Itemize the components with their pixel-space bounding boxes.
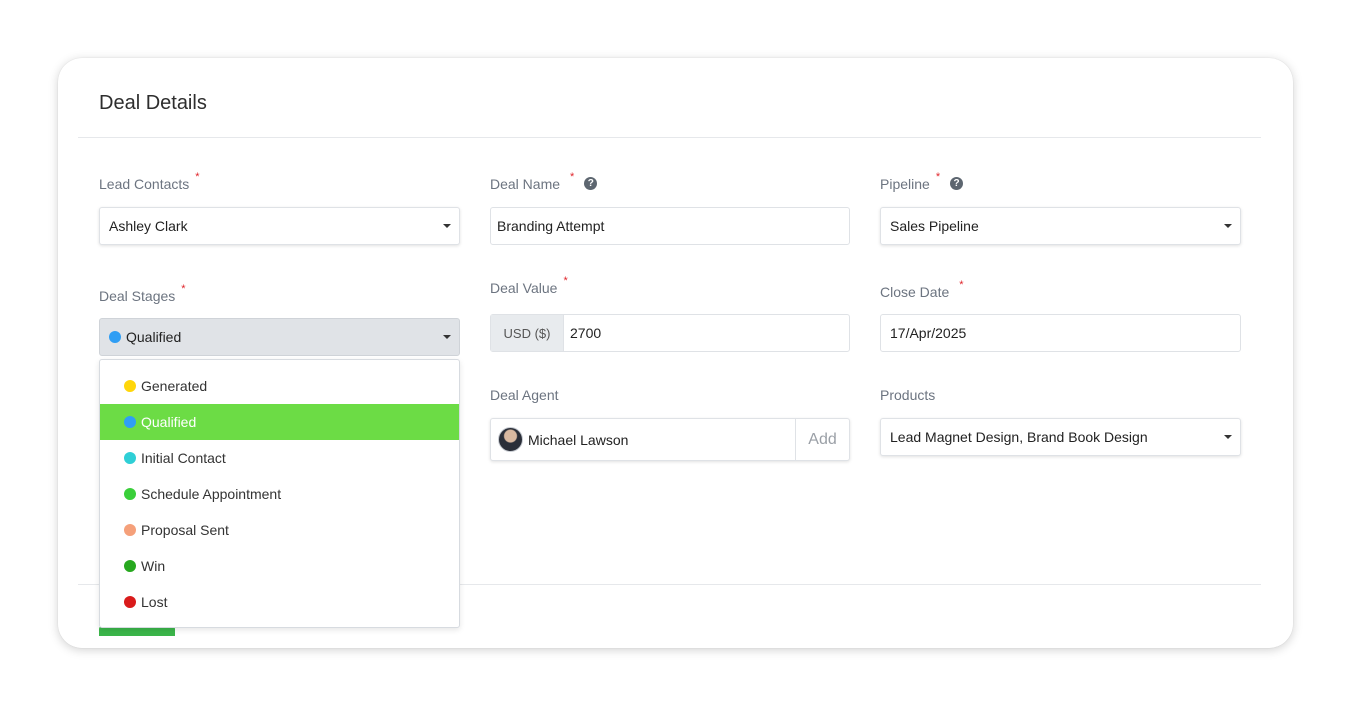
close-date-input[interactable]: 17/Apr/2025 [880, 314, 1241, 352]
close-date-label: Close Date * [880, 279, 964, 301]
deal-agent-value: Michael Lawson [528, 431, 629, 448]
deal-stages-select[interactable]: Qualified [99, 318, 460, 356]
lost-dot-icon [124, 596, 136, 608]
lead-contacts-value: Ashley Clark [109, 218, 188, 234]
deal-value-label: Deal Value * [490, 275, 568, 297]
stage-option-win[interactable]: Win [100, 548, 459, 584]
deal-name-label: Deal Name * ? [490, 172, 598, 192]
chevron-down-icon [443, 224, 451, 228]
deal-stages-value: Qualified [126, 329, 182, 345]
stage-option-qualified[interactable]: Qualified [100, 404, 459, 440]
deal-agent-field[interactable]: Michael Lawson Add [490, 418, 850, 461]
deal-name-input[interactable]: Branding Attempt [490, 207, 850, 245]
stage-option-generated[interactable]: Generated [100, 368, 459, 404]
deal-stages-dropdown: Generated Qualified Initial Contact Sche… [99, 359, 460, 628]
chevron-down-icon [443, 335, 451, 339]
products-select[interactable]: Lead Magnet Design, Brand Book Design [880, 418, 1241, 456]
avatar [498, 427, 523, 452]
page-title: Deal Details [99, 92, 207, 114]
deal-details-card: Deal Details Lead Contacts * Ashley Clar… [58, 58, 1293, 648]
pipeline-label: Pipeline * ? [880, 172, 964, 192]
products-value: Lead Magnet Design, Brand Book Design [890, 429, 1148, 445]
lead-contacts-label: Lead Contacts * [99, 171, 200, 193]
stage-option-lost[interactable]: Lost [100, 584, 459, 620]
win-dot-icon [124, 560, 136, 572]
qualified-dot-icon [124, 416, 136, 428]
help-icon[interactable]: ? [950, 177, 964, 190]
required-marker: * [195, 171, 200, 183]
add-agent-button[interactable]: Add [795, 419, 849, 460]
products-label: Products [880, 387, 936, 403]
required-marker: * [935, 171, 941, 183]
schedule-appointment-dot-icon [124, 488, 136, 500]
qualified-dot-icon [109, 331, 121, 343]
stage-option-initial-contact[interactable]: Initial Contact [100, 440, 459, 476]
deal-name-value: Branding Attempt [497, 218, 605, 234]
required-marker: * [181, 283, 186, 295]
required-marker: * [959, 279, 964, 291]
currency-addon: USD ($) [491, 315, 564, 351]
pipeline-value: Sales Pipeline [890, 218, 979, 234]
initial-contact-dot-icon [124, 452, 136, 464]
chevron-down-icon [1224, 435, 1232, 439]
pipeline-select[interactable]: Sales Pipeline [880, 207, 1241, 245]
header-divider [78, 137, 1261, 138]
close-date-value: 17/Apr/2025 [890, 325, 967, 341]
deal-value-value: 2700 [570, 325, 602, 341]
chevron-down-icon [1224, 224, 1232, 228]
help-icon[interactable]: ? [584, 177, 598, 190]
deal-agent-label: Deal Agent [490, 387, 559, 403]
deal-value-input[interactable]: USD ($) 2700 [490, 314, 850, 352]
required-marker: * [570, 171, 575, 183]
generated-dot-icon [124, 380, 136, 392]
deal-stages-label: Deal Stages * [99, 283, 186, 305]
stage-option-proposal-sent[interactable]: Proposal Sent [100, 512, 459, 548]
lead-contacts-select[interactable]: Ashley Clark [99, 207, 460, 245]
stage-option-schedule-appointment[interactable]: Schedule Appointment [100, 476, 459, 512]
proposal-sent-dot-icon [124, 524, 136, 536]
required-marker: * [563, 275, 568, 287]
